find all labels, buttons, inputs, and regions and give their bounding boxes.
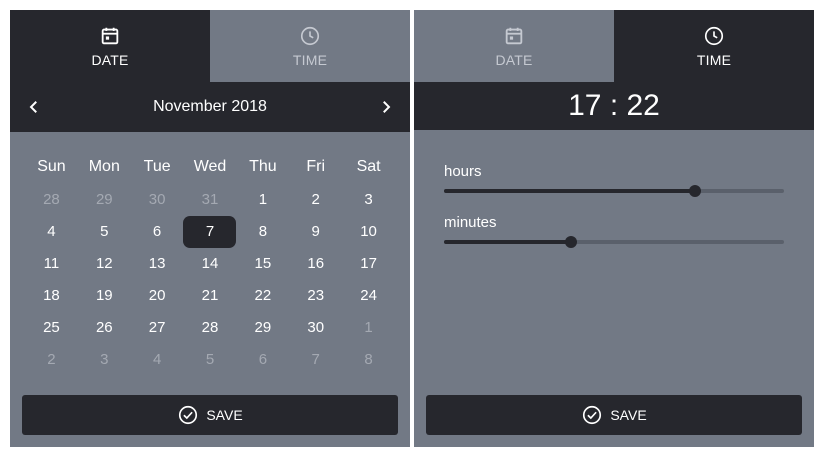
calendar-day[interactable]: 1	[342, 312, 395, 344]
calendar-day[interactable]: 4	[25, 216, 78, 248]
calendar-week: 18 19 20 21 22 23 24	[25, 280, 395, 312]
calendar-day[interactable]: 17	[342, 248, 395, 280]
calendar-icon	[503, 25, 525, 47]
calendar-day[interactable]: 30	[131, 184, 184, 216]
calendar-day[interactable]: 19	[78, 280, 131, 312]
calendar-day[interactable]: 24	[342, 280, 395, 312]
calendar-day[interactable]: 1	[236, 184, 289, 216]
calendar-day[interactable]: 28	[184, 312, 237, 344]
calendar-day[interactable]: 20	[131, 280, 184, 312]
calendar-day[interactable]: 26	[78, 312, 131, 344]
save-button[interactable]: SAVE	[22, 395, 398, 435]
minutes-slider-thumb[interactable]	[564, 236, 577, 248]
calendar-day[interactable]: 28	[25, 184, 78, 216]
calendar-day[interactable]: 7	[289, 344, 342, 376]
calendar-day[interactable]: 31	[184, 184, 237, 216]
calendar-week: 28 29 30 31 1 2 3	[25, 184, 395, 216]
calendar-day[interactable]: 30	[289, 312, 342, 344]
weekday-header: Sun Mon Tue Wed Thu Fri Sat	[25, 158, 395, 180]
tab-time[interactable]: TIME	[210, 10, 410, 82]
calendar-icon	[99, 25, 121, 47]
calendar-day[interactable]: 18	[25, 280, 78, 312]
calendar-week: 2 3 4 5 6 7 8	[25, 344, 395, 376]
calendar-day[interactable]: 6	[131, 216, 184, 248]
chevron-right-icon	[383, 101, 391, 113]
calendar-day[interactable]: 8	[342, 344, 395, 376]
month-header: November 2018	[10, 82, 410, 132]
weekday-label: Mon	[88, 158, 120, 175]
hours-slider-fill	[444, 189, 696, 193]
hours-label: hours	[444, 163, 482, 180]
calendar-week: 11 12 13 14 15 16 17	[25, 248, 395, 280]
weekday-label: Fri	[306, 158, 326, 175]
calendar-week: 25 26 27 28 29 30 1	[25, 312, 395, 344]
next-month-button[interactable]	[374, 95, 398, 119]
calendar-day[interactable]: 6	[236, 344, 289, 376]
tab-time-label: TIME	[696, 51, 732, 68]
tab-date[interactable]: DATE	[414, 10, 614, 82]
save-button-label: SAVE	[610, 407, 647, 423]
calendar-day[interactable]: 9	[289, 216, 342, 248]
check-circle-icon	[581, 404, 603, 426]
picker-tabs: DATE TIME	[414, 10, 814, 82]
weekday-label: Wed	[193, 158, 227, 175]
weekday-label: Thu	[249, 158, 277, 175]
calendar-day[interactable]: 21	[184, 280, 237, 312]
tab-date[interactable]: DATE	[10, 10, 210, 82]
calendar-day[interactable]: 5	[184, 344, 237, 376]
calendar-day[interactable]: 22	[236, 280, 289, 312]
tab-time[interactable]: TIME	[614, 10, 814, 82]
weekday-label: Sun	[37, 158, 66, 175]
hours-slider-thumb[interactable]	[689, 185, 702, 197]
weekday-label: Sat	[356, 158, 381, 175]
calendar-day[interactable]: 16	[289, 248, 342, 280]
tab-date-label: DATE	[495, 51, 533, 68]
calendar-day[interactable]: 2	[25, 344, 78, 376]
minutes-slider-fill	[444, 240, 571, 244]
calendar-day[interactable]: 14	[184, 248, 237, 280]
picker-tabs: DATE TIME	[10, 10, 410, 82]
calendar-day[interactable]: 25	[25, 312, 78, 344]
calendar-day[interactable]: 29	[78, 184, 131, 216]
calendar-day[interactable]: 2	[289, 184, 342, 216]
calendar-day[interactable]: 23	[289, 280, 342, 312]
time-display: 17 : 22	[414, 82, 814, 130]
minutes-label: minutes	[444, 214, 497, 231]
calendar-day[interactable]: 13	[131, 248, 184, 280]
chevron-left-icon	[29, 101, 37, 113]
minutes-slider[interactable]	[444, 236, 784, 248]
calendar-day[interactable]: 4	[131, 344, 184, 376]
save-button[interactable]: SAVE	[426, 395, 802, 435]
clock-icon	[703, 25, 725, 47]
calendar-day[interactable]: 3	[342, 184, 395, 216]
calendar-day[interactable]: 8	[236, 216, 289, 248]
previous-month-button[interactable]	[22, 95, 46, 119]
tab-time-label: TIME	[292, 51, 328, 68]
calendar-week: 4 5 6 7 8 9 10	[25, 216, 395, 248]
save-button-label: SAVE	[206, 407, 243, 423]
calendar-day[interactable]: 15	[236, 248, 289, 280]
clock-icon	[299, 25, 321, 47]
calendar-day-selected[interactable]: 7	[183, 216, 237, 248]
tab-date-label: DATE	[91, 51, 129, 68]
month-title: November 2018	[153, 98, 267, 115]
date-picker-panel: DATE TIME November 2018 Sun Mon Tue Wed …	[10, 10, 410, 447]
calendar-day[interactable]: 29	[236, 312, 289, 344]
hours-slider[interactable]	[444, 185, 784, 197]
calendar-day[interactable]: 27	[131, 312, 184, 344]
calendar-day[interactable]: 5	[78, 216, 131, 248]
calendar-day[interactable]: 12	[78, 248, 131, 280]
check-circle-icon	[177, 404, 199, 426]
time-picker-panel: DATE TIME 17 : 22 hours minutes SAVE	[414, 10, 814, 447]
weekday-label: Tue	[143, 158, 171, 175]
calendar-day[interactable]: 11	[25, 248, 78, 280]
calendar-day[interactable]: 3	[78, 344, 131, 376]
calendar-day[interactable]: 10	[342, 216, 395, 248]
